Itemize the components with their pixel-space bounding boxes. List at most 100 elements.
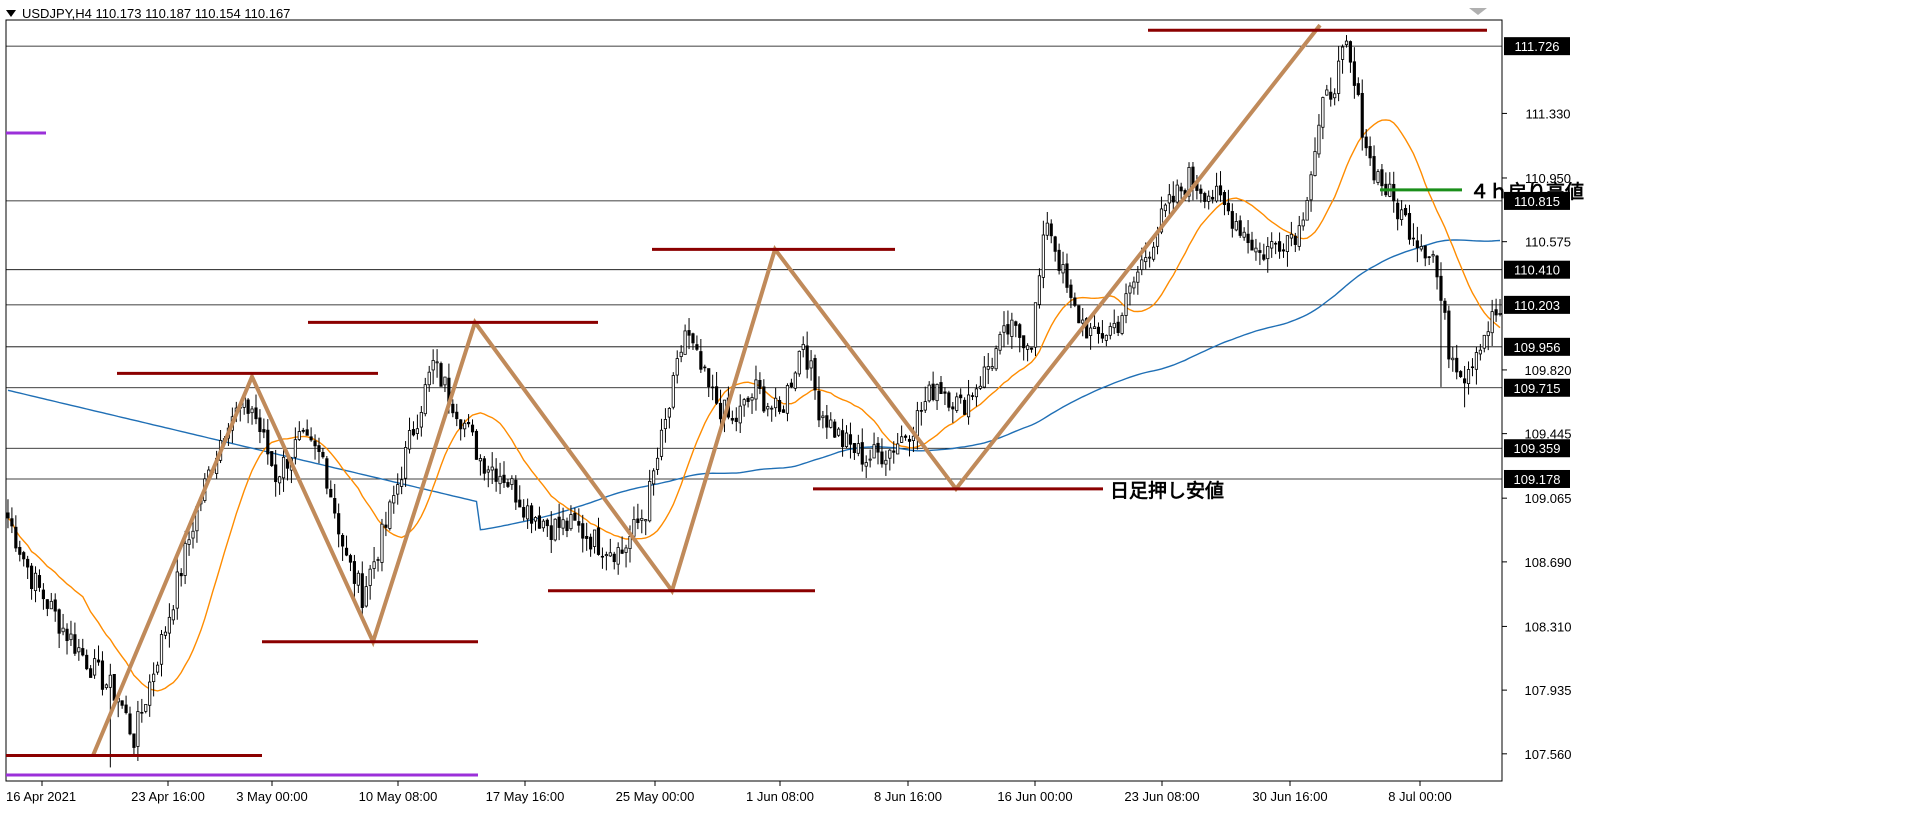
candle-body: [57, 609, 61, 634]
candle-body: [281, 456, 286, 479]
y-tick-label: 109.820: [1525, 363, 1572, 378]
x-tick-label: 16 Jun 00:00: [997, 789, 1072, 804]
candle-body: [1120, 315, 1124, 334]
candle-body: [1419, 246, 1423, 250]
candle-body: [455, 411, 459, 420]
candle-body: [18, 546, 22, 555]
x-tick-label: 30 Jun 16:00: [1252, 789, 1327, 804]
annotation-daily-low: 日足押し安値: [1110, 479, 1224, 502]
candle-body: [423, 384, 427, 415]
candle-body: [1364, 136, 1368, 149]
candle-body: [341, 534, 345, 547]
candle-body: [466, 421, 471, 425]
y-tick-label: 111.330: [1525, 106, 1570, 121]
x-tick-label: 16 Apr 2021: [6, 789, 76, 804]
x-tick-label: 23 Jun 08:00: [1124, 789, 1199, 804]
candle-body: [1376, 171, 1380, 183]
candle-body: [844, 432, 849, 447]
candle-body: [246, 399, 250, 414]
candle-body: [636, 518, 640, 524]
candle-body: [1175, 184, 1179, 203]
price-line-label: 109.715: [1514, 381, 1561, 396]
candle-body: [333, 498, 337, 514]
candle-body: [1486, 331, 1490, 337]
candle-body: [1096, 326, 1101, 334]
candle-body: [411, 429, 416, 436]
candle-body: [41, 589, 45, 600]
candle-body: [1061, 264, 1065, 274]
candle-body: [1207, 195, 1211, 202]
candle-body: [1238, 220, 1242, 236]
candle-body: [1029, 347, 1034, 350]
candle-body: [797, 350, 801, 375]
candle-body: [758, 380, 762, 389]
symbol-ohlc-text: USDJPY,H4 110.173 110.187 110.154 110.16…: [22, 6, 291, 21]
candle-body: [1049, 223, 1053, 237]
candle-body: [1057, 249, 1061, 271]
candle-body: [392, 495, 396, 504]
candle-body: [829, 419, 833, 428]
candle-body: [549, 525, 553, 540]
candle-body: [522, 507, 526, 518]
candle-body: [144, 703, 148, 712]
candle-body: [1431, 254, 1435, 257]
candle-body: [1352, 61, 1356, 86]
candle-body: [715, 386, 719, 404]
candle-body: [1474, 352, 1478, 370]
x-tick-label: 3 May 00:00: [236, 789, 308, 804]
candle-body: [553, 518, 557, 541]
candle-body: [963, 399, 967, 415]
candle-body: [1266, 246, 1270, 260]
candle-body: [738, 405, 742, 424]
candle-body: [360, 573, 364, 608]
candle-body: [1218, 185, 1223, 196]
candle-body: [1112, 322, 1116, 329]
candle-body: [250, 408, 254, 414]
candle-body: [518, 499, 522, 508]
candle-body: [1203, 193, 1207, 202]
candle-body: [892, 450, 896, 453]
candle-body: [1451, 357, 1455, 361]
candle-body: [959, 394, 963, 399]
candle-body: [533, 517, 538, 522]
candle-body: [26, 558, 30, 568]
candle-body: [663, 419, 668, 430]
candle-body: [459, 419, 463, 430]
candle-body: [1022, 335, 1026, 349]
candle-body: [313, 440, 317, 447]
candle-body: [805, 345, 809, 370]
candle-body: [652, 470, 656, 485]
candle-body: [1089, 327, 1093, 336]
candle-body: [1321, 97, 1325, 128]
candle-body: [1041, 234, 1045, 278]
candle-body: [1081, 319, 1085, 324]
candle-body: [990, 366, 994, 369]
candle-body: [61, 627, 65, 633]
candle-body: [431, 360, 435, 371]
candle-body: [1250, 239, 1254, 251]
candle-body: [175, 571, 179, 609]
candle-body: [746, 397, 750, 402]
candle-body: [1380, 169, 1384, 187]
candle-body: [1277, 241, 1282, 252]
candle-body: [876, 442, 880, 453]
candle-body: [774, 397, 778, 409]
candle-body: [1403, 208, 1408, 216]
y-tick-label: 107.935: [1525, 683, 1572, 698]
candle-body: [77, 647, 81, 653]
candle-body: [1128, 285, 1132, 294]
candle-body: [655, 457, 660, 470]
dropdown-triangle-icon[interactable]: [6, 10, 16, 17]
candle-body: [1455, 357, 1459, 373]
candle-body: [490, 466, 494, 471]
candle-body: [396, 484, 400, 495]
candle-body: [132, 733, 136, 748]
candle-body: [1360, 92, 1364, 138]
candle-body: [951, 406, 955, 410]
candle-body: [817, 390, 821, 421]
candle-body: [384, 524, 388, 528]
candle-body: [907, 438, 912, 442]
candle-body: [1254, 247, 1258, 253]
candle-body: [482, 458, 486, 474]
candle-body: [1392, 183, 1396, 202]
